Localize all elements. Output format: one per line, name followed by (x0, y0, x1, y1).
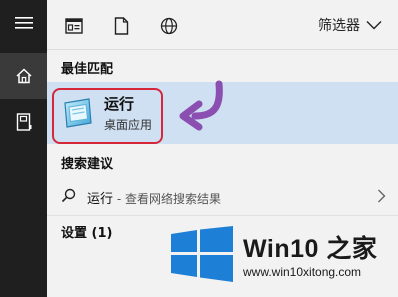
documents-filter-button[interactable] (111, 16, 131, 36)
search-toolbar: 筛选器 (47, 0, 398, 50)
home-icon (15, 68, 32, 84)
apps-filter-button[interactable] (64, 16, 84, 36)
pointing-arrow-icon (179, 80, 223, 131)
suggestion-hint: - 查看网络搜索结果 (113, 192, 221, 206)
watermark-url: www.win10xitong.com (243, 265, 362, 279)
web-filter-button[interactable] (159, 16, 179, 36)
filter-dropdown[interactable]: 筛选器 (318, 14, 382, 36)
best-match-heading: 最佳匹配 (61, 62, 114, 77)
document-icon (114, 17, 128, 35)
suggestion-text: 运行 - 查看网络搜索结果 (87, 188, 221, 207)
suggestions-heading: 搜索建议 (61, 157, 114, 172)
chevron-right-icon (378, 189, 386, 203)
search-results-panel: 筛选器 最佳匹配 运行 桌面应用 搜索建议 运行 - 查看网络搜索结果 设置 (… (47, 0, 398, 297)
suggestion-term: 运行 (87, 192, 114, 207)
hamburger-menu-icon (14, 17, 33, 29)
left-rail (0, 0, 47, 297)
settings-heading: 设置 (1) (61, 226, 113, 241)
web-icon (160, 17, 178, 35)
watermark-brand: Win10 之家 (243, 235, 378, 263)
chevron-down-icon (366, 21, 382, 30)
documents-icon (16, 113, 31, 131)
red-highlight-outline (52, 88, 163, 144)
hamburger-menu-button[interactable] (0, 0, 47, 46)
web-suggestion-item[interactable]: 运行 - 查看网络搜索结果 (47, 178, 398, 214)
documents-button[interactable] (0, 99, 47, 145)
windows-logo-watermark (171, 226, 233, 282)
divider (47, 215, 398, 216)
home-button[interactable] (0, 53, 47, 99)
apps-icon (65, 18, 83, 34)
search-icon (61, 188, 76, 203)
filter-label: 筛选器 (318, 18, 360, 34)
